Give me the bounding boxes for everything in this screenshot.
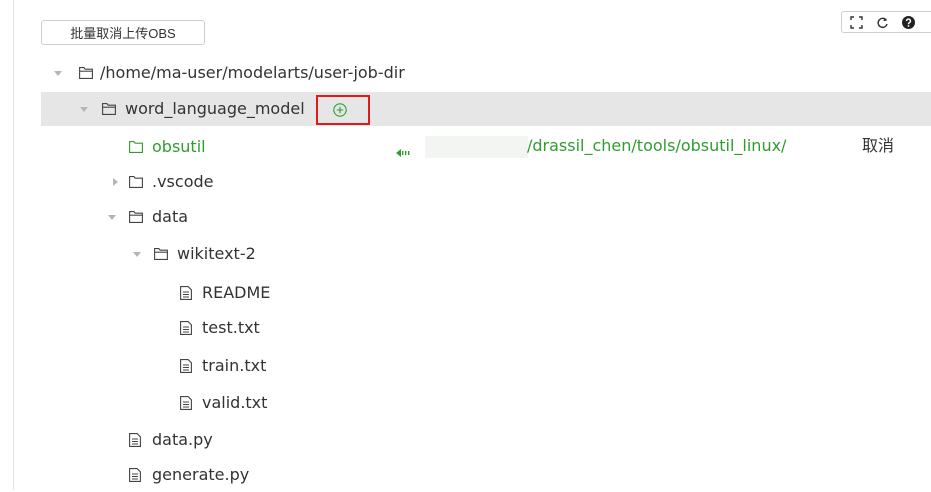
folder-icon (129, 140, 143, 154)
tree-row-test-txt[interactable]: test.txt (0, 311, 931, 345)
help-icon[interactable] (902, 15, 915, 29)
file-icon (179, 396, 193, 410)
folder-open-icon (154, 247, 168, 261)
tree-label-valid-txt: valid.txt (202, 393, 268, 412)
tree-row-generate-py[interactable]: generate.py (0, 458, 931, 492)
upload-target-path: /drassil_chen/tools/obsutil_linux/ (527, 136, 787, 155)
folder-icon (129, 175, 143, 189)
caret-down-icon[interactable] (106, 211, 118, 223)
tree-row-train-txt[interactable]: train.txt (0, 349, 931, 383)
tree-label-uploading: obsutil (152, 137, 206, 156)
caret-down-icon[interactable] (131, 248, 143, 260)
tree-row-data-py[interactable]: data.py (0, 423, 931, 457)
caret-down-icon[interactable] (52, 67, 64, 79)
tree-row-readme[interactable]: README (0, 276, 931, 310)
file-icon (179, 321, 193, 335)
tree-label-data-py: data.py (152, 430, 213, 449)
highlight-box (316, 95, 370, 125)
caret-right-icon[interactable] (109, 176, 121, 188)
tree-label-selected-folder: word_language_model (125, 99, 305, 118)
tree-toolbar (841, 11, 931, 33)
batch-cancel-upload-button[interactable]: 批量取消上传OBS (41, 20, 205, 45)
folder-open-icon (79, 66, 93, 80)
caret-down-icon[interactable] (78, 103, 90, 115)
tree-label-test-txt: test.txt (202, 318, 260, 337)
tree-row-root[interactable]: /home/ma-user/modelarts/user-job-dir (0, 56, 931, 90)
tree-label-readme: README (202, 283, 271, 302)
file-icon (128, 468, 142, 482)
tree-row-valid-txt[interactable]: valid.txt (0, 386, 931, 420)
tree-label-wikitext-2: wikitext-2 (177, 244, 256, 263)
tree-row-data[interactable]: data (0, 200, 931, 234)
tree-label-train-txt: train.txt (202, 356, 267, 375)
tree-row-wikitext-2[interactable]: wikitext-2 (0, 237, 931, 271)
fullscreen-icon[interactable] (850, 15, 863, 29)
tree-label-data: data (152, 207, 189, 226)
refresh-icon[interactable] (876, 16, 889, 29)
upload-arrow-icon (396, 142, 412, 157)
tree-row-vscode[interactable]: .vscode (0, 165, 931, 199)
folder-open-icon (129, 210, 143, 224)
file-icon (179, 286, 193, 300)
tree-label-vscode: .vscode (152, 172, 214, 191)
cancel-upload-link[interactable]: 取消 (862, 136, 894, 156)
folder-open-icon (102, 102, 116, 116)
file-icon (179, 359, 193, 373)
tree-label-root: /home/ma-user/modelarts/user-job-dir (100, 63, 405, 82)
tree-row-selected-folder[interactable]: word_language_model (41, 92, 931, 126)
masked-path-prefix (425, 136, 528, 158)
tree-label-generate-py: generate.py (152, 465, 250, 484)
file-icon (128, 433, 142, 447)
